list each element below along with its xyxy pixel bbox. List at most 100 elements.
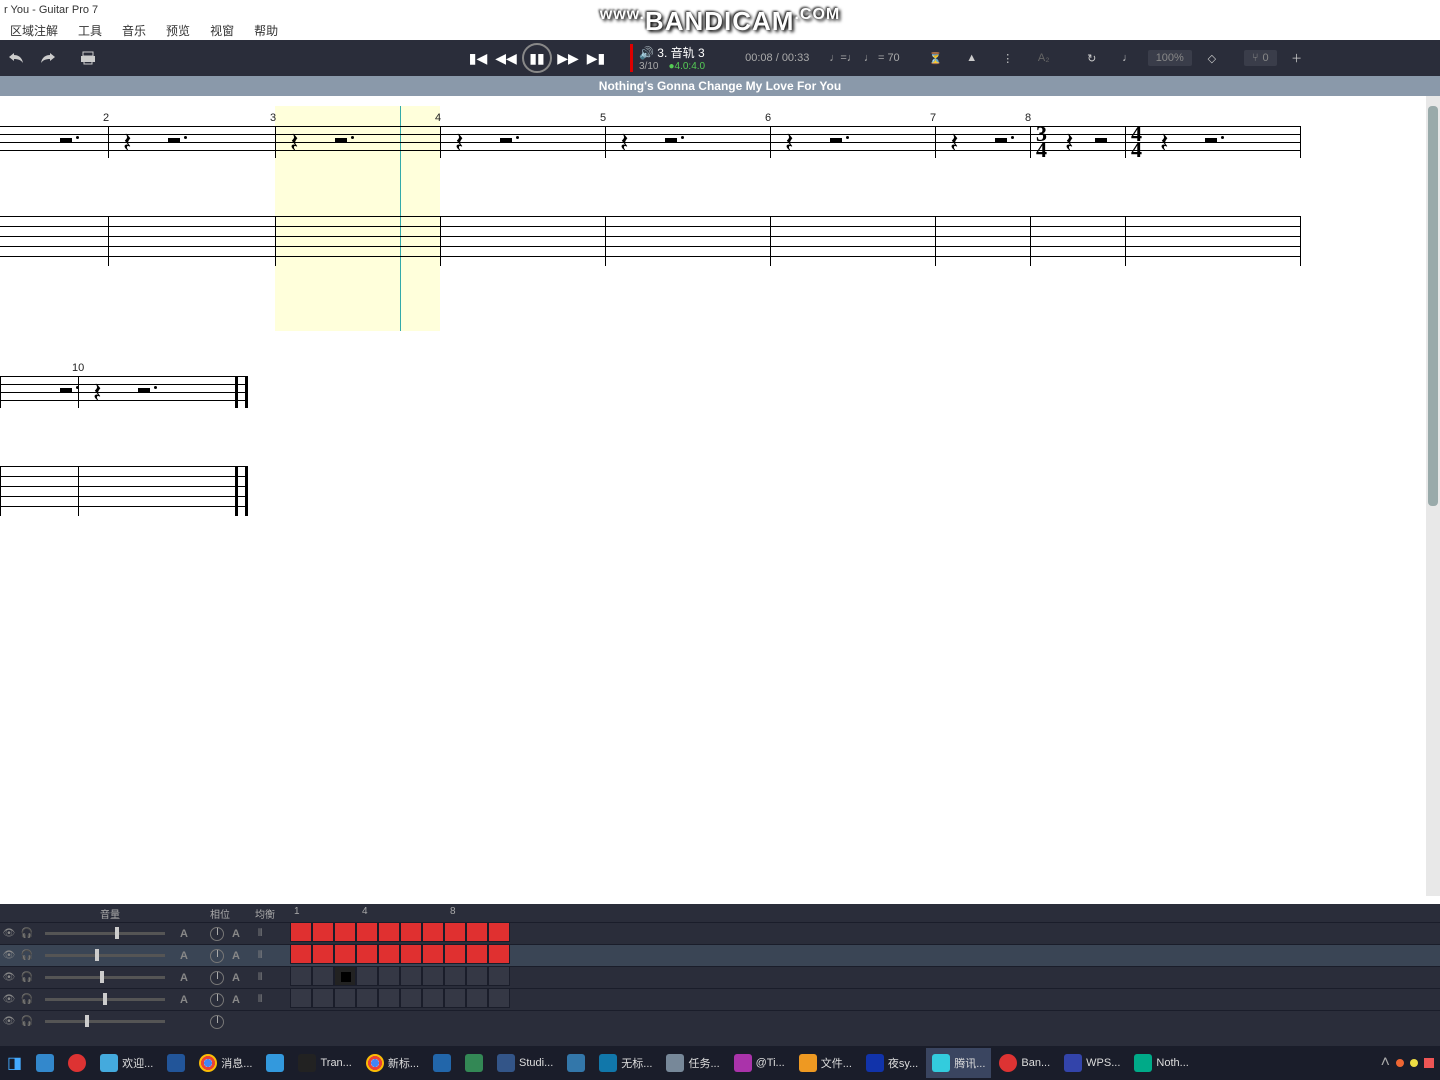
taskbar-item[interactable]: 腾讯...	[926, 1048, 991, 1078]
headphone-icon[interactable]: 🎧	[20, 971, 34, 985]
forward-button[interactable]: ▶▶	[556, 46, 580, 70]
taskbar-item[interactable]	[427, 1048, 457, 1078]
grid-cell[interactable]	[400, 966, 422, 986]
grid-cell[interactable]	[334, 988, 356, 1008]
grid-cell[interactable]	[378, 988, 400, 1008]
taskbar-item[interactable]: 消息...	[193, 1048, 258, 1078]
grid-cell[interactable]	[378, 922, 400, 942]
grid-cell[interactable]	[290, 944, 312, 964]
grid-cell[interactable]	[444, 988, 466, 1008]
tray-chevron-icon[interactable]: ˄	[1381, 1054, 1390, 1072]
visibility-icon[interactable]: 👁	[2, 1015, 16, 1029]
taskbar-item[interactable]: 文件...	[793, 1048, 858, 1078]
grid-cell[interactable]	[488, 944, 510, 964]
countdown-icon[interactable]: ▲	[958, 44, 986, 72]
grid-cell[interactable]	[444, 966, 466, 986]
more-icon[interactable]: ⋮	[994, 44, 1022, 72]
taskbar-item[interactable]: 新标...	[360, 1048, 425, 1078]
headphone-icon[interactable]: 🎧	[20, 927, 34, 941]
taskbar-item[interactable]: WPS...	[1058, 1048, 1126, 1078]
grid-cell[interactable]	[422, 966, 444, 986]
automation-icon[interactable]: A	[232, 972, 240, 984]
grid-cell[interactable]	[312, 944, 334, 964]
fretboard-control[interactable]: ⑂ 0	[1244, 50, 1277, 66]
menu-preview[interactable]: 预览	[156, 20, 200, 40]
track-name[interactable]: 3. 音轨 3	[657, 46, 704, 60]
grid-cell[interactable]	[400, 988, 422, 1008]
grid-cell[interactable]	[444, 944, 466, 964]
grid-cell[interactable]	[356, 944, 378, 964]
taskbar-item[interactable]: 任务...	[660, 1048, 725, 1078]
text-size-icon[interactable]: A₂	[1030, 44, 1058, 72]
track-row[interactable]: 👁🎧AA⫴	[0, 966, 1440, 988]
pan-knob[interactable]	[210, 927, 224, 941]
add-icon[interactable]: ＋	[1283, 44, 1311, 72]
eq-icon[interactable]: ⫴	[258, 928, 262, 939]
visibility-icon[interactable]: 👁	[2, 927, 16, 941]
track-row[interactable]: 👁 🎧 A A ⫴	[0, 988, 1440, 1010]
headphone-icon[interactable]: 🎧	[20, 1015, 34, 1029]
taskbar-item[interactable]: Noth...	[1128, 1048, 1194, 1078]
taskbar-item[interactable]: 无标...	[593, 1048, 658, 1078]
grid-cell[interactable]	[356, 988, 378, 1008]
automation-icon[interactable]: A	[180, 994, 188, 1006]
grid-cell[interactable]	[356, 966, 378, 986]
grid-cell[interactable]	[356, 922, 378, 942]
menu-tools[interactable]: 工具	[68, 20, 112, 40]
grid-cell[interactable]	[290, 966, 312, 986]
loop-icon[interactable]: ↻	[1078, 44, 1106, 72]
grid-cell[interactable]	[444, 922, 466, 942]
grid-cell[interactable]	[400, 944, 422, 964]
go-end-button[interactable]: ▶▮	[584, 46, 608, 70]
grid-cell[interactable]	[334, 944, 356, 964]
grid-cell[interactable]	[422, 922, 444, 942]
volume-slider[interactable]	[45, 1020, 165, 1023]
grid-cell[interactable]	[312, 922, 334, 942]
pan-knob[interactable]	[210, 1015, 224, 1029]
grid-cell[interactable]	[334, 966, 356, 986]
vertical-scrollbar[interactable]	[1426, 96, 1440, 896]
taskbar-item[interactable]: 欢迎...	[94, 1048, 159, 1078]
pan-knob[interactable]	[210, 949, 224, 963]
visibility-icon[interactable]: 👁	[2, 993, 16, 1007]
automation-icon[interactable]: A	[232, 994, 240, 1006]
automation-icon[interactable]: A	[180, 950, 188, 962]
taskbar-item[interactable]	[161, 1048, 191, 1078]
taskbar-item[interactable]: 夜sy...	[860, 1048, 924, 1078]
rewind-button[interactable]: ◀◀	[494, 46, 518, 70]
note-icon[interactable]: ♩	[1114, 44, 1142, 72]
grid-cell[interactable]	[312, 988, 334, 1008]
grid-cell[interactable]	[400, 922, 422, 942]
taskbar-item[interactable]: Studi...	[491, 1048, 559, 1078]
grid-cell[interactable]	[290, 988, 312, 1008]
taskbar-item[interactable]: Tran...	[292, 1048, 357, 1078]
automation-icon[interactable]: A	[232, 928, 240, 940]
volume-slider[interactable]	[45, 998, 165, 1001]
headphone-icon[interactable]: 🎧	[20, 993, 34, 1007]
visibility-icon[interactable]: 👁	[2, 949, 16, 963]
eq-icon[interactable]: ⫴	[258, 950, 262, 961]
track-row[interactable]: 👁 🎧 A A ⫴	[0, 922, 1440, 944]
menu-help[interactable]: 帮助	[244, 20, 288, 40]
track-row[interactable]: 👁🎧	[0, 1010, 1440, 1032]
pan-knob[interactable]	[210, 971, 224, 985]
scrollbar-thumb[interactable]	[1428, 106, 1438, 506]
track-row[interactable]: 👁🎧AA⫴	[0, 944, 1440, 966]
system-tray[interactable]: ˄	[1381, 1054, 1440, 1072]
taskbar-item[interactable]	[260, 1048, 290, 1078]
visibility-icon[interactable]: 👁	[2, 971, 16, 985]
metronome-icon[interactable]: ⏳	[922, 44, 950, 72]
menu-window[interactable]: 视窗	[200, 20, 244, 40]
grid-cell[interactable]	[378, 966, 400, 986]
tray-icon[interactable]	[1424, 1058, 1434, 1068]
menu-region[interactable]: 区域注解	[0, 20, 68, 40]
taskbar-item[interactable]	[561, 1048, 591, 1078]
volume-slider[interactable]	[45, 932, 165, 935]
grid-cell[interactable]	[334, 922, 356, 942]
eq-icon[interactable]: ⫴	[258, 994, 262, 1005]
redo-button[interactable]	[34, 44, 62, 72]
menu-music[interactable]: 音乐	[112, 20, 156, 40]
grid-cell[interactable]	[488, 966, 510, 986]
automation-icon[interactable]: A	[180, 928, 188, 940]
taskbar-item[interactable]: Ban...	[993, 1048, 1056, 1078]
